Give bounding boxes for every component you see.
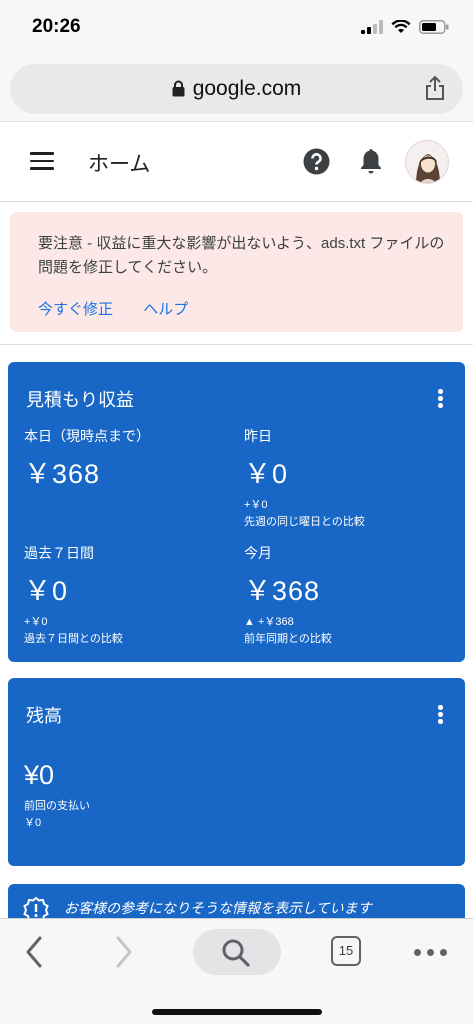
info-text: お客様の参考になりそうな情報を表示しています (64, 900, 372, 916)
status-bar: 20:26 (0, 0, 473, 56)
home-indicator (152, 1009, 322, 1015)
last-payment-label: 前回の支払い (24, 800, 90, 812)
menu-icon[interactable] (30, 152, 54, 170)
address-bar[interactable]: google.com (10, 64, 463, 114)
balance-card[interactable]: 残高 ¥0 前回の支払い ￥0 (8, 678, 465, 866)
card-title: 見積もり収益 (26, 390, 134, 410)
more-vert-icon[interactable] (438, 705, 443, 726)
share-icon[interactable] (425, 75, 445, 101)
back-icon[interactable] (24, 935, 44, 969)
last-payment-value: ￥0 (24, 817, 42, 829)
metric-change: +￥0 (24, 616, 48, 628)
page-title: ホーム (88, 153, 151, 176)
ads-txt-warning-banner: 要注意 - 収益に重大な影響が出ないよう、ads.txt ファイルの問題を修正し… (10, 212, 463, 332)
metric-last-7-days: 過去７日間 ￥0 +￥0 過去７日間との比較 (24, 543, 224, 648)
status-icons (361, 20, 449, 34)
more-vert-icon[interactable] (438, 389, 443, 410)
metric-today: 本日（現時点まで） ￥368 (24, 426, 224, 491)
metric-value: ￥368 (24, 459, 101, 489)
card-title: 残高 (26, 706, 62, 726)
more-horiz-icon[interactable] (414, 949, 447, 956)
avatar[interactable] (405, 140, 449, 184)
cellular-signal-icon (361, 20, 383, 34)
url-label: google.com (192, 77, 302, 100)
browser-bottom-toolbar: 15 (0, 918, 473, 1024)
last-payment: 前回の支払い ￥0 (24, 798, 90, 832)
metric-comparison: 前年同期との比較 (244, 633, 332, 645)
help-link[interactable]: ヘルプ (143, 301, 188, 318)
metric-value: ￥0 (244, 459, 289, 489)
metric-yesterday: 昨日 ￥0 +￥0 先週の同じ曜日との比較 (244, 426, 444, 531)
metric-change: +￥0 (244, 499, 268, 511)
fix-now-link[interactable]: 今すぐ修正 (38, 301, 113, 318)
status-time: 20:26 (32, 16, 81, 37)
metric-label: 昨日 (244, 428, 272, 444)
metric-value: ￥368 (244, 576, 321, 606)
estimated-earnings-card[interactable]: 見積もり収益 本日（現時点まで） ￥368 昨日 ￥0 +￥0 先週の同じ曜日と… (8, 362, 465, 662)
forward-icon[interactable] (114, 935, 134, 969)
metric-this-month: 今月 ￥368 ▲ +￥368 前年同期との比較 (244, 543, 444, 648)
metric-value: ￥0 (24, 576, 69, 606)
warning-message: 要注意 - 収益に重大な影響が出ないよう、ads.txt ファイルの問題を修正し… (38, 235, 445, 276)
browser-toolbar: google.com (0, 56, 473, 122)
warning-actions: 今すぐ修正 ヘルプ (38, 298, 214, 319)
avatar-illustration-icon (406, 141, 448, 183)
search-button[interactable] (193, 929, 281, 975)
battery-icon (419, 20, 449, 34)
wifi-icon (391, 20, 411, 33)
lock-icon (172, 80, 185, 97)
metric-label: 過去７日間 (24, 545, 94, 561)
address-text[interactable]: google.com (10, 77, 463, 101)
tab-switcher-button[interactable]: 15 (331, 936, 361, 966)
bell-icon[interactable] (358, 147, 384, 175)
metric-comparison: 過去７日間との比較 (24, 633, 123, 645)
metric-label: 本日（現時点まで） (24, 428, 150, 444)
metric-comparison: 先週の同じ曜日との比較 (244, 516, 365, 528)
search-icon (222, 939, 250, 967)
metric-label: 今月 (244, 545, 272, 561)
help-icon[interactable] (303, 148, 330, 175)
divider (0, 344, 473, 345)
balance-value: ¥0 (24, 760, 55, 790)
app-header: ホーム (0, 122, 473, 202)
metric-change: ▲ +￥368 (244, 616, 294, 628)
